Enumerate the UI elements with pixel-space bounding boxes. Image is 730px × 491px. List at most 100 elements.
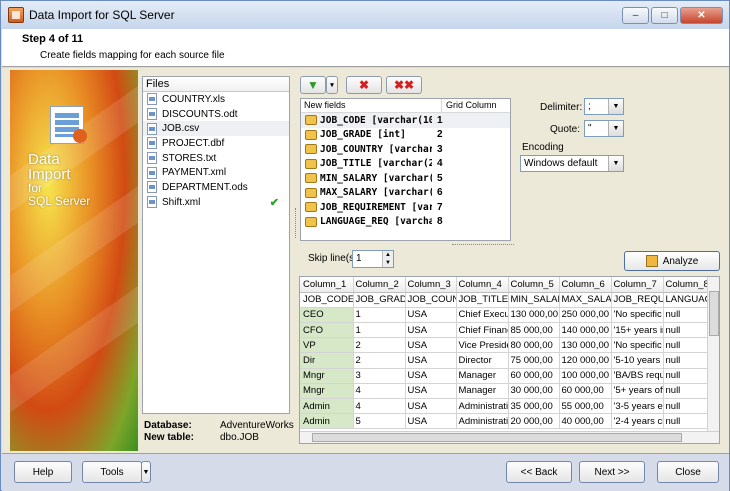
grid-column-header[interactable]: Column_6 bbox=[559, 277, 612, 293]
field-row[interactable]: MIN_SALARY [varchar(5 bbox=[301, 171, 510, 186]
grid-cell[interactable]: USA bbox=[405, 307, 457, 324]
file-item[interactable]: Shift.xml ✔ bbox=[143, 195, 289, 210]
grid-cell[interactable]: Admin bbox=[300, 413, 354, 430]
auto-fill-dropdown[interactable]: ▾ bbox=[326, 76, 338, 94]
grid-cell[interactable]: 35 000,00 bbox=[508, 398, 560, 415]
grid-cell[interactable]: Chief Financ bbox=[456, 322, 509, 339]
grid-cell[interactable]: '2-4 years cl bbox=[611, 413, 664, 430]
grid-cell[interactable]: USA bbox=[405, 368, 457, 384]
files-list[interactable]: Files COUNTRY.xls DISCOUNTS.odt JOB.csv PRO… bbox=[142, 76, 290, 414]
close-window-button[interactable]: ✕ bbox=[680, 7, 723, 24]
tools-dropdown-button[interactable]: ▼ bbox=[141, 461, 151, 483]
grid-cell[interactable]: MIN_SALAF bbox=[508, 292, 560, 308]
grid-cell[interactable]: 140 000,00 bbox=[559, 322, 612, 339]
grid-cell[interactable]: Mngr bbox=[300, 368, 354, 384]
grid-cell[interactable]: 30 000,00 bbox=[508, 383, 560, 400]
grid-cell[interactable]: 60 000,00 bbox=[559, 383, 612, 400]
skip-lines-spinner[interactable]: 1 ▲ ▼ bbox=[352, 250, 394, 268]
encoding-select[interactable]: Windows default ▼ bbox=[520, 155, 624, 172]
grid-cell[interactable]: LANGUAG bbox=[663, 292, 710, 308]
grid-cell[interactable]: USA bbox=[405, 322, 457, 339]
grid-cell[interactable]: 'No specific bbox=[611, 307, 664, 324]
remove-all-fields-button[interactable]: ✖✖ bbox=[386, 76, 422, 94]
grid-cell[interactable]: 4 bbox=[353, 398, 406, 415]
delimiter-select[interactable]: ; ▼ bbox=[584, 98, 624, 115]
field-row[interactable]: JOB_GRADE [int] 2 bbox=[301, 128, 510, 143]
analyze-button[interactable]: Analyze bbox=[624, 251, 720, 271]
file-item[interactable]: JOB.csv bbox=[143, 121, 289, 137]
field-row[interactable]: MAX_SALARY [varchar(6 bbox=[301, 186, 510, 201]
grid-cell[interactable]: CFO bbox=[300, 322, 354, 339]
horizontal-scrollbar[interactable] bbox=[300, 431, 719, 443]
grid-cell[interactable]: USA bbox=[405, 398, 457, 415]
grid-cell[interactable]: USA bbox=[405, 413, 457, 430]
grid-cell[interactable]: '15+ years in bbox=[611, 322, 664, 339]
grid-cell[interactable]: null bbox=[663, 337, 710, 354]
grid-cell[interactable]: Admin bbox=[300, 398, 354, 415]
grid-cell[interactable]: 'BA/BS requ bbox=[611, 368, 664, 384]
grid-cell[interactable]: 40 000,00 bbox=[559, 413, 612, 430]
grid-cell[interactable]: USA bbox=[405, 337, 457, 354]
file-item[interactable]: DEPARTMENT.ods bbox=[143, 180, 289, 195]
grid-cell[interactable]: 55 000,00 bbox=[559, 398, 612, 415]
grid-cell[interactable]: 1 bbox=[353, 307, 406, 324]
grid-cell[interactable]: Manager bbox=[456, 368, 509, 384]
grid-cell[interactable]: Dir bbox=[300, 352, 354, 369]
grid-cell[interactable]: null bbox=[663, 383, 710, 400]
grid-cell[interactable]: 3 bbox=[353, 368, 406, 384]
grid-cell[interactable]: Mngr bbox=[300, 383, 354, 400]
grid-column-header[interactable]: Column_5 bbox=[508, 277, 560, 293]
grid-cell[interactable]: null bbox=[663, 322, 710, 339]
grid-cell[interactable]: 'No specific bbox=[611, 337, 664, 354]
grid-cell[interactable]: null bbox=[663, 413, 710, 430]
grid-cell[interactable]: 2 bbox=[353, 352, 406, 369]
grid-cell[interactable]: JOB_GRADI bbox=[353, 292, 406, 308]
field-row[interactable]: JOB_COUNTRY [varchar 3 bbox=[301, 142, 510, 157]
grid-cell[interactable]: 5 bbox=[353, 413, 406, 430]
file-item[interactable]: COUNTRY.xls bbox=[143, 92, 289, 107]
vertical-scrollbar[interactable] bbox=[707, 277, 719, 433]
grid-cell[interactable]: 130 000,00 bbox=[508, 307, 560, 324]
grid-cell[interactable]: 130 000,00 bbox=[559, 337, 612, 354]
grid-cell[interactable]: 75 000,00 bbox=[508, 352, 560, 369]
auto-fill-button[interactable]: ▼ bbox=[300, 76, 326, 94]
grid-cell[interactable]: MAX_SALAF bbox=[559, 292, 612, 308]
grid-cell[interactable]: 2 bbox=[353, 337, 406, 354]
grid-cell[interactable]: JOB_CODE bbox=[300, 292, 354, 308]
grid-cell[interactable]: VP bbox=[300, 337, 354, 354]
grid-cell[interactable]: 20 000,00 bbox=[508, 413, 560, 430]
tools-button[interactable]: Tools bbox=[82, 461, 142, 483]
grid-cell[interactable]: Administrativ bbox=[456, 398, 509, 415]
grid-cell[interactable]: JOB_TITLE bbox=[456, 292, 509, 308]
grid-cell[interactable]: null bbox=[663, 352, 710, 369]
help-button[interactable]: Help bbox=[14, 461, 72, 483]
grid-column-header[interactable]: Column_4 bbox=[456, 277, 509, 293]
grid-cell[interactable]: USA bbox=[405, 352, 457, 369]
field-row[interactable]: JOB_CODE [varchar(10) 1 bbox=[301, 113, 510, 128]
file-item[interactable]: PAYMENT.xml bbox=[143, 165, 289, 180]
grid-cell[interactable]: 100 000,00 bbox=[559, 368, 612, 384]
maximize-button[interactable]: □ bbox=[651, 7, 678, 24]
field-row[interactable]: JOB_TITLE [varchar(24) 4 bbox=[301, 157, 510, 172]
grid-cell[interactable]: 1 bbox=[353, 322, 406, 339]
grid-cell[interactable]: Administrativ bbox=[456, 413, 509, 430]
grid-column-header[interactable]: Column_3 bbox=[405, 277, 457, 293]
next-button[interactable]: Next >> bbox=[579, 461, 645, 483]
grid-cell[interactable]: USA bbox=[405, 383, 457, 400]
grid-cell[interactable]: Director bbox=[456, 352, 509, 369]
title-bar[interactable]: Data Import for SQL Server – □ ✕ bbox=[1, 1, 729, 29]
grid-cell[interactable]: Manager bbox=[456, 383, 509, 400]
minimize-button[interactable]: – bbox=[622, 7, 649, 24]
file-item[interactable]: STORES.txt bbox=[143, 151, 289, 166]
preview-grid[interactable]: Column_1 Column_2 Column_3 Column_4 Column_5… bbox=[299, 276, 720, 444]
grid-cell[interactable]: JOB_COUNT bbox=[405, 292, 457, 308]
field-row[interactable]: JOB_REQUIREMENT [var 7 bbox=[301, 200, 510, 215]
close-button[interactable]: Close bbox=[657, 461, 719, 483]
grid-cell[interactable]: 250 000,00 bbox=[559, 307, 612, 324]
grid-cell[interactable]: '5+ years offi bbox=[611, 383, 664, 400]
grid-cell[interactable]: null bbox=[663, 368, 710, 384]
grid-cell[interactable]: 80 000,00 bbox=[508, 337, 560, 354]
grid-cell[interactable]: 4 bbox=[353, 383, 406, 400]
field-row[interactable]: LANGUAGE_REQ [varcha 8 bbox=[301, 215, 510, 230]
remove-field-button[interactable]: ✖ bbox=[346, 76, 382, 94]
